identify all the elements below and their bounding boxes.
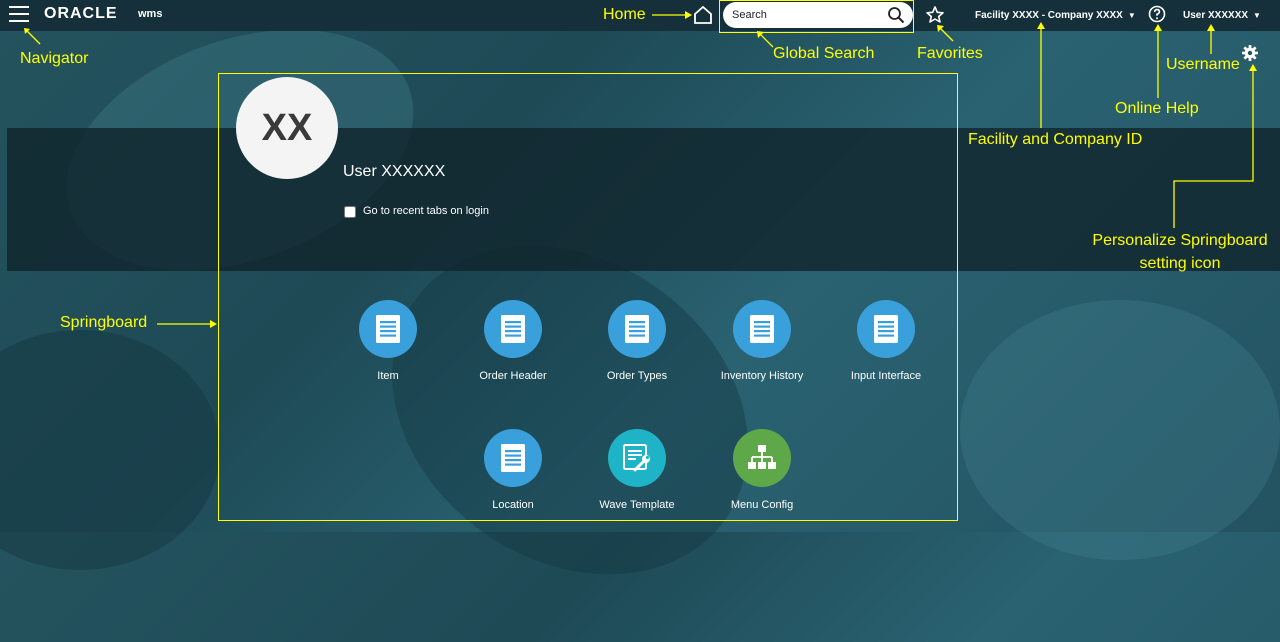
annotation-arrow: [757, 31, 774, 48]
gear-icon[interactable]: [1242, 45, 1258, 61]
annotation-personalize-line2: setting icon: [1139, 255, 1221, 272]
annotation-personalize: Personalize Springboard setting icon: [1085, 229, 1275, 275]
favorites-star-icon[interactable]: [925, 5, 945, 25]
annotation-arrow: [24, 28, 41, 45]
facility-label: Facility XXXX - Company XXXX: [975, 10, 1123, 21]
user-menu[interactable]: User XXXXXX ▼: [1183, 10, 1261, 21]
home-icon[interactable]: [693, 6, 713, 24]
annotation-arrow: [1173, 64, 1257, 228]
username-label: User XXXXXX: [1183, 10, 1249, 21]
annotation-home: Home: [603, 6, 646, 23]
oracle-logo: ORACLE: [44, 5, 118, 22]
annotation-arrow: [1037, 22, 1045, 128]
annotation-arrow: [1207, 24, 1215, 54]
help-icon[interactable]: [1148, 5, 1166, 23]
search-outline: [719, 0, 914, 33]
background-shape: [960, 300, 1280, 560]
facility-company-selector[interactable]: Facility XXXX - Company XXXX ▼: [975, 10, 1136, 21]
navigator-menu-icon[interactable]: [9, 6, 29, 22]
annotation-global-search: Global Search: [773, 45, 875, 62]
annotation-facility-company: Facility and Company ID: [968, 131, 1143, 148]
chevron-down-icon: ▼: [1253, 11, 1261, 20]
background-shape: [0, 330, 220, 570]
chevron-down-icon: ▼: [1127, 11, 1136, 20]
annotation-navigator: Navigator: [20, 50, 89, 67]
annotation-arrow: [1154, 24, 1162, 98]
annotation-arrow: [652, 11, 692, 19]
app-name: wms: [138, 8, 163, 20]
springboard-outline: [218, 73, 958, 521]
annotation-personalize-line1: Personalize Springboard: [1092, 232, 1268, 249]
annotation-arrow: [157, 320, 217, 328]
annotation-arrow: [937, 25, 954, 42]
annotation-favorites: Favorites: [917, 45, 983, 62]
annotation-springboard: Springboard: [60, 314, 148, 331]
